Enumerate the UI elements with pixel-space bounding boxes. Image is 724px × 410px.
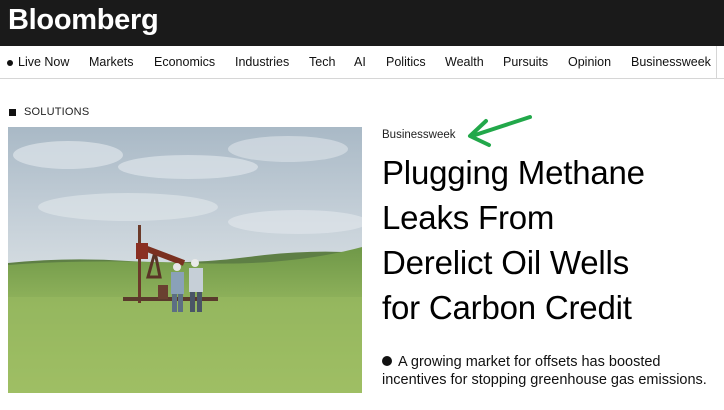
nav-item-label: Live Now xyxy=(18,55,70,69)
nav-divider xyxy=(716,46,717,79)
top-bar: Bloomberg xyxy=(0,0,724,46)
headline-line: for Carbon Credit xyxy=(382,289,632,326)
nav-item-industries[interactable]: Industries xyxy=(235,55,289,70)
nav-item-ai[interactable]: AI xyxy=(354,55,366,70)
oil-well-photo xyxy=(8,127,362,393)
article-summary: A growing market for offsets has boosted… xyxy=(382,353,717,389)
nav-item-tech[interactable]: Tech xyxy=(309,55,335,70)
nav-item-opinion[interactable]: Opinion xyxy=(568,55,611,70)
green-arrow-icon xyxy=(468,115,532,147)
headline-line: Plugging Methane xyxy=(382,154,645,191)
section-label: SOLUTIONS xyxy=(24,106,90,118)
headline-line: Derelict Oil Wells xyxy=(382,244,629,281)
article-image[interactable] xyxy=(8,127,362,393)
headline-line: Leaks From xyxy=(382,199,555,236)
section-square-icon xyxy=(9,108,16,116)
article-kicker[interactable]: Businessweek xyxy=(382,129,456,141)
section-tag[interactable]: SOLUTIONS xyxy=(9,106,89,118)
nav-item-wealth[interactable]: Wealth xyxy=(445,55,484,70)
nav-item-economics[interactable]: Economics xyxy=(154,55,215,70)
nav-item-markets[interactable]: Markets xyxy=(89,55,133,70)
live-dot-icon xyxy=(7,60,13,66)
nav-item-live-now[interactable]: Live Now xyxy=(7,55,70,70)
summary-text: A growing market for offsets has boosted… xyxy=(382,354,707,388)
nav-item-politics[interactable]: Politics xyxy=(386,55,426,70)
main-nav: Live Now Markets Economics Industries Te… xyxy=(0,46,724,79)
nav-item-businessweek[interactable]: Businessweek xyxy=(631,55,711,70)
article-headline[interactable]: Plugging Methane Leaks From Derelict Oil… xyxy=(382,150,722,330)
bloomberg-logo[interactable]: Bloomberg xyxy=(8,3,159,37)
bullet-icon xyxy=(382,356,392,366)
nav-item-pursuits[interactable]: Pursuits xyxy=(503,55,548,70)
